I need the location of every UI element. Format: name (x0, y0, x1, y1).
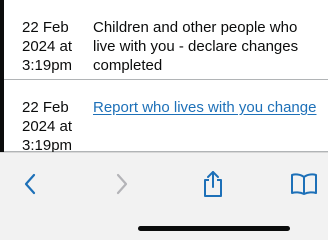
back-button[interactable] (14, 169, 46, 199)
history-row: 22 Feb 2024 at 3:19pm Report who lives w… (4, 80, 328, 154)
history-list: 22 Feb 2024 at 3:19pm Children and other… (4, 0, 328, 154)
home-indicator (138, 226, 290, 231)
row-date: 22 Feb 2024 at 3:19pm (22, 19, 73, 74)
row-description-container: Report who lives with you change (93, 98, 321, 117)
row-description: Children and other people who live with … (93, 19, 299, 74)
report-change-link[interactable]: Report who lives with you change (93, 99, 316, 116)
forward-chevron-icon (116, 173, 128, 195)
row-date: 22 Feb 2024 at 3:19pm (22, 99, 73, 154)
history-row: 22 Feb 2024 at 3:19pm Children and other… (4, 0, 328, 80)
bookmarks-icon (291, 173, 317, 195)
share-icon (204, 171, 222, 197)
forward-button[interactable] (106, 169, 138, 199)
share-button[interactable] (197, 169, 229, 199)
back-chevron-icon (24, 173, 36, 195)
bookmarks-button[interactable] (288, 169, 320, 199)
browser-toolbar (0, 152, 328, 240)
